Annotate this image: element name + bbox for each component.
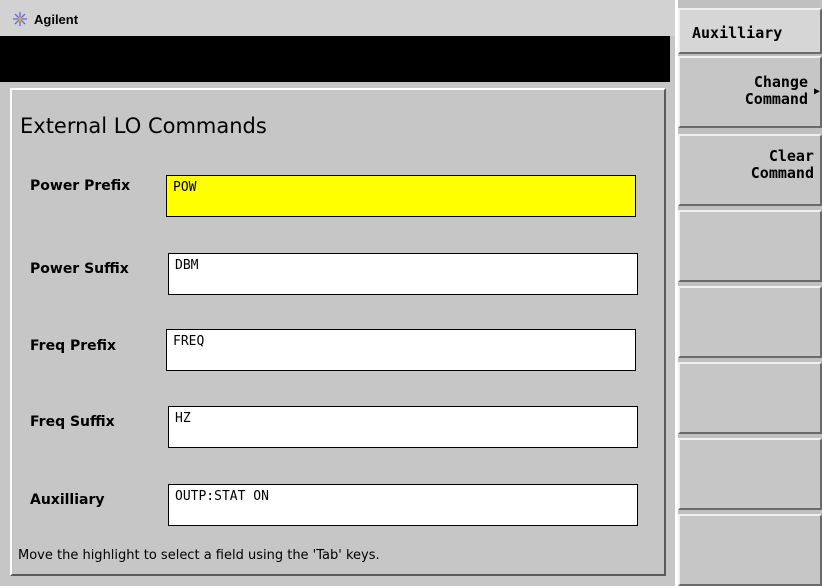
power-suffix-field[interactable]: DBM xyxy=(168,253,638,295)
softkey-5[interactable] xyxy=(678,362,822,434)
freq-suffix-label: Freq Suffix xyxy=(30,414,115,430)
menu-title-text: Auxilliary xyxy=(692,24,783,42)
softkey-3[interactable] xyxy=(678,210,822,282)
title-bar: Agilent xyxy=(0,0,675,36)
agilent-spark-icon xyxy=(13,12,27,26)
softkey-label: Clear Command xyxy=(750,147,814,182)
clear-command-softkey[interactable]: Clear Command xyxy=(678,134,822,206)
softkey-label: Change Command xyxy=(744,73,808,108)
freq-prefix-label: Freq Prefix xyxy=(30,338,117,354)
softkey-6[interactable] xyxy=(678,438,822,510)
softkey-panel: Auxilliary Change Command ▶ Clear Comman… xyxy=(678,0,822,586)
freq-suffix-field[interactable]: HZ xyxy=(168,406,638,448)
softkey-7[interactable] xyxy=(678,514,822,586)
dialog-title: External LO Commands xyxy=(20,114,267,138)
brand-name: Agilent xyxy=(34,11,79,27)
softkey-menu-title: Auxilliary xyxy=(678,8,822,54)
softkey-4[interactable] xyxy=(678,286,822,358)
auxilliary-label: Auxilliary xyxy=(30,492,105,508)
freq-prefix-field[interactable]: FREQ xyxy=(166,329,636,371)
auxilliary-field[interactable]: OUTP:STAT ON xyxy=(168,484,638,526)
power-suffix-label: Power Suffix xyxy=(30,261,129,277)
status-message: Move the highlight to select a field usi… xyxy=(18,548,380,563)
power-prefix-field[interactable]: POW xyxy=(166,175,636,217)
triangle-right-icon: ▶ xyxy=(813,86,820,97)
change-command-softkey[interactable]: Change Command ▶ xyxy=(678,56,822,128)
brand: Agilent xyxy=(12,11,78,27)
power-prefix-label: Power Prefix xyxy=(30,178,131,194)
active-function-display xyxy=(0,36,670,82)
